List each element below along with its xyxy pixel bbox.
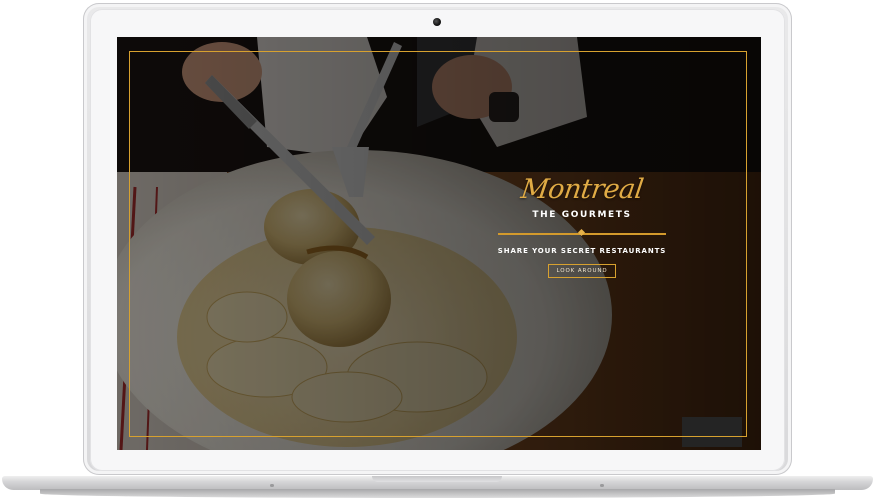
look-around-button[interactable]: LOOK AROUND	[548, 264, 616, 278]
webcam-icon	[433, 18, 441, 26]
laptop-foot-right	[600, 484, 604, 487]
laptop-opening-notch	[372, 476, 502, 482]
laptop-base-shadow	[40, 489, 835, 498]
hero-content: Montreal THE GOURMETS SHARE YOUR SECRET …	[497, 174, 667, 278]
website-screen: Montreal THE GOURMETS SHARE YOUR SECRET …	[117, 37, 761, 450]
hero-tagline: SHARE YOUR SECRET RESTAURANTS	[497, 247, 667, 255]
brand-subtitle: THE GOURMETS	[532, 210, 632, 220]
gold-divider	[498, 228, 666, 237]
laptop-foot-left	[270, 484, 274, 487]
diamond-ornament-icon	[577, 228, 586, 237]
brand-script-title: Montreal	[519, 174, 646, 205]
